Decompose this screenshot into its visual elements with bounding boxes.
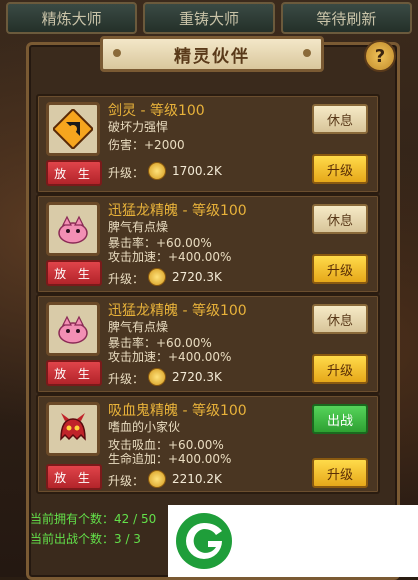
tab-refine-master[interactable]: 精炼大师 — [6, 2, 138, 34]
release-button[interactable]: 放 生 — [46, 464, 102, 490]
spirit-name: 剑灵 - 等级100 — [108, 103, 205, 119]
panel-title: 精灵伙伴 — [100, 36, 324, 72]
spirit-desc-line: 伤害：+2000 — [108, 138, 185, 152]
upgrade-button[interactable]: 升级 — [312, 154, 368, 184]
watermark-logo — [168, 505, 418, 577]
spirit-name: 迅猛龙精魄 - 等级100 — [108, 303, 247, 319]
rest-button[interactable]: 休息 — [312, 204, 368, 234]
gold-coin-icon — [148, 470, 166, 488]
release-button[interactable]: 放 生 — [46, 160, 102, 186]
tab-waiting-refresh[interactable]: 等待刷新 — [280, 2, 412, 34]
upgrade-button[interactable]: 升级 — [312, 254, 368, 284]
upgrade-cost-label: 升级： — [108, 372, 145, 386]
rest-button[interactable]: 休息 — [312, 304, 368, 334]
vampire-ghost-icon — [46, 402, 100, 456]
pink-raptor-icon — [46, 302, 100, 356]
help-button[interactable]: ? — [364, 40, 396, 72]
spirit-desc-line: 脾气有点燥 — [108, 320, 169, 334]
upgrade-cost-label: 升级： — [108, 474, 145, 488]
spirit-name: 吸血鬼精魄 - 等级100 — [108, 403, 247, 419]
leaf-logo-icon — [176, 513, 232, 569]
gold-coin-icon — [148, 268, 166, 286]
title-decoration-right — [303, 49, 311, 57]
spirit-desc-line: 嗜血的小家伙 — [108, 420, 181, 434]
gold-coin-icon — [148, 368, 166, 386]
release-button[interactable]: 放 生 — [46, 260, 102, 286]
upgrade-cost-label: 升级： — [108, 272, 145, 286]
rest-button[interactable]: 休息 — [312, 104, 368, 134]
title-decoration-left — [113, 49, 121, 57]
gold-coin-icon — [148, 162, 166, 180]
upgrade-cost-value: 2720.3K — [172, 270, 222, 284]
spirit-desc-line: 攻击加速：+400.00% — [108, 350, 232, 364]
spirit-desc-line: 破坏力强悍 — [108, 120, 169, 134]
upgrade-cost-value: 2720.3K — [172, 370, 222, 384]
upgrade-cost-label: 升级： — [108, 166, 145, 180]
release-button[interactable]: 放 生 — [46, 360, 102, 386]
sword-spirit-icon — [46, 102, 100, 156]
spirit-card: 剑灵 - 等级100 破坏力强悍 伤害：+2000 放 生 升级： 1700.2… — [36, 94, 380, 194]
tab-reforge-master[interactable]: 重铸大师 — [143, 2, 275, 34]
pink-raptor-icon — [46, 202, 100, 256]
upgrade-button[interactable]: 升级 — [312, 354, 368, 384]
spirit-card: 迅猛龙精魄 - 等级100 脾气有点燥 暴击率：+60.00% 攻击加速：+40… — [36, 194, 380, 294]
spirit-desc-line: 生命追加：+400.00% — [108, 452, 232, 466]
spirit-card: 吸血鬼精魄 - 等级100 嗜血的小家伙 攻击吸血：+60.00% 生命追加：+… — [36, 394, 380, 494]
upgrade-button[interactable]: 升级 — [312, 458, 368, 488]
deployed-count: 当前出战个数：3 / 3 — [30, 532, 141, 546]
upgrade-cost-value: 2210.2K — [172, 472, 222, 486]
deploy-button[interactable]: 出战 — [312, 404, 368, 434]
upgrade-cost-value: 1700.2K — [172, 164, 222, 178]
top-tab-bar: 精炼大师 重铸大师 等待刷新 — [0, 0, 418, 34]
spirit-desc-line: 脾气有点燥 — [108, 220, 169, 234]
spirit-name: 迅猛龙精魄 - 等级100 — [108, 203, 247, 219]
spirit-desc-line: 攻击加速：+400.00% — [108, 250, 232, 264]
owned-count: 当前拥有个数：42 / 50 — [30, 512, 157, 526]
spirit-card: 迅猛龙精魄 - 等级100 脾气有点燥 暴击率：+60.00% 攻击加速：+40… — [36, 294, 380, 394]
